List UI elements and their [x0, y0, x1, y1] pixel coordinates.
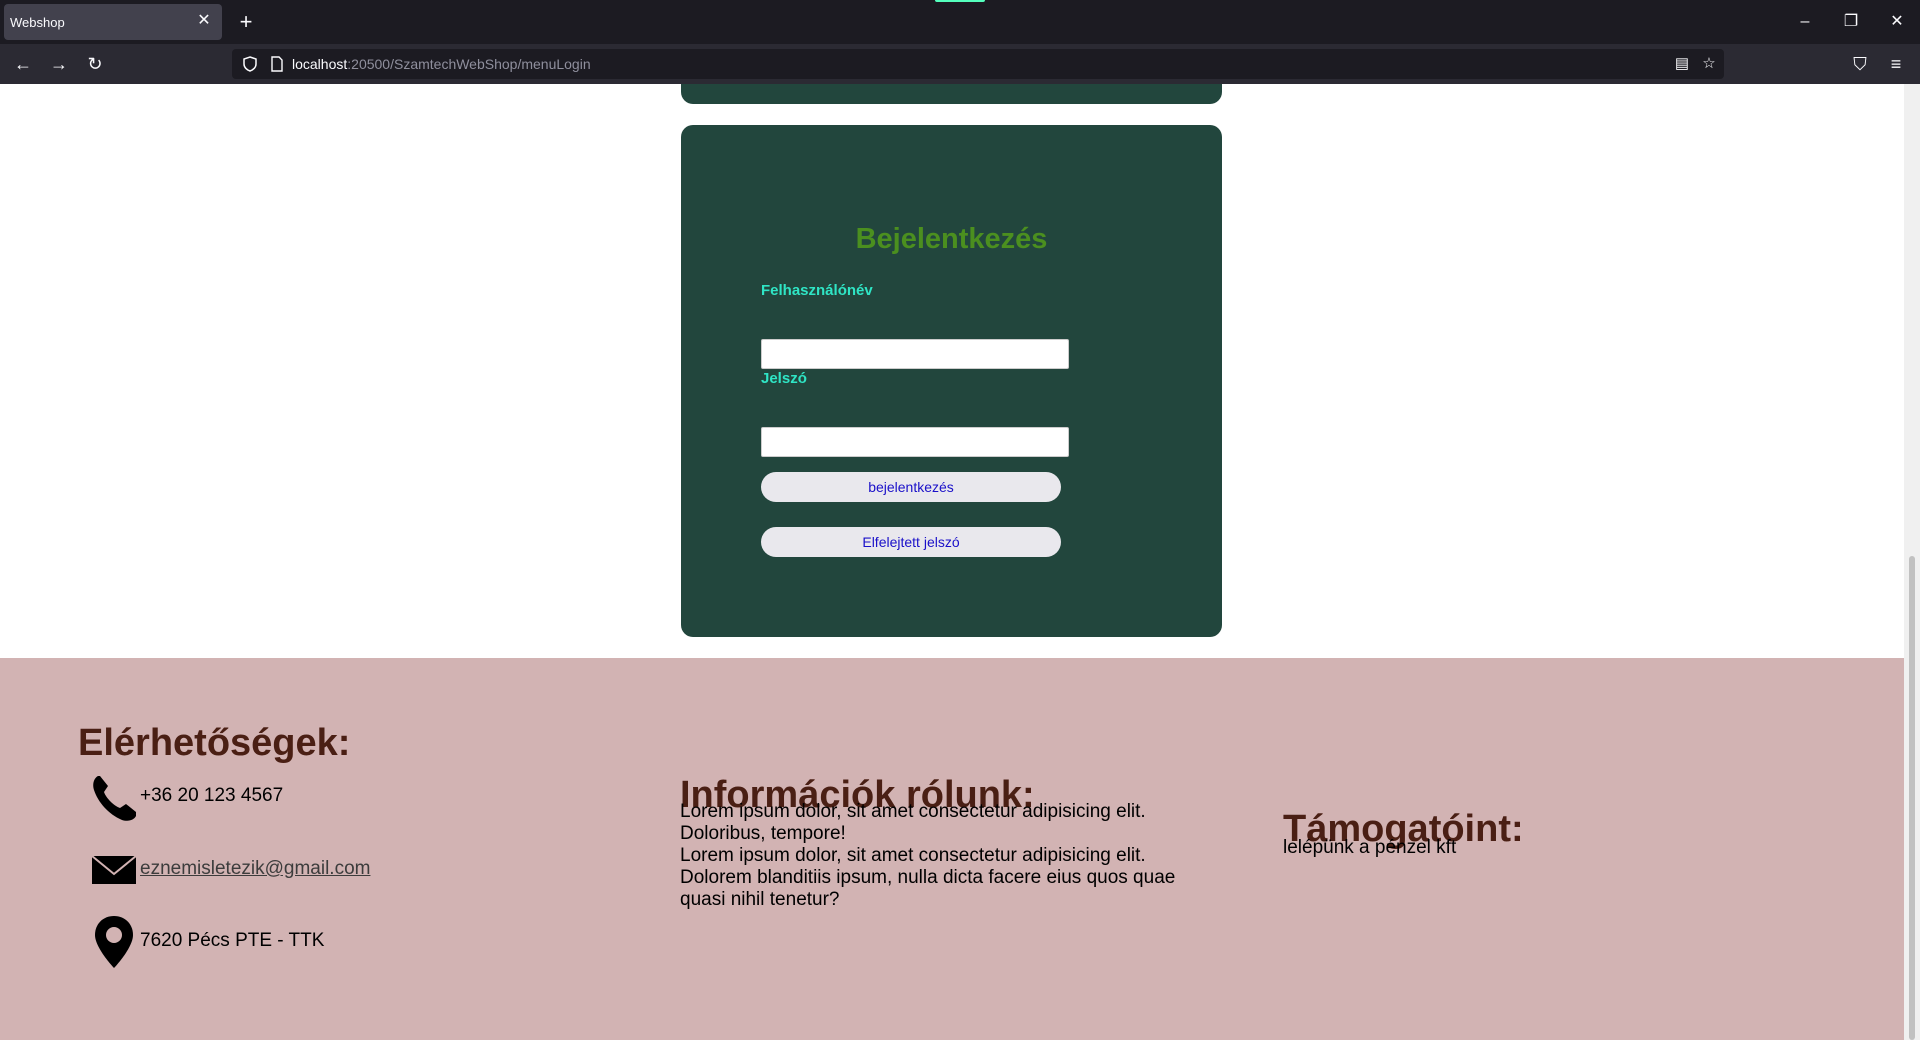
forgot-password-button[interactable]: Elfelejtett jelszó [761, 527, 1061, 557]
location-pin-icon [95, 916, 133, 968]
page-scrollbar[interactable] [1904, 84, 1920, 1040]
back-arrow-icon[interactable]: ← [11, 52, 35, 76]
info-line: Lorem ipsum dolor, sit amet consectetur … [680, 845, 1146, 866]
page-icon [271, 56, 283, 72]
info-line: quasi nihil tenetur? [680, 889, 840, 910]
username-label: Felhasználónév [761, 282, 873, 299]
login-card: Bejelentkezés Felhasználónév Jelszó beje… [681, 125, 1222, 637]
info-line: Doloribus, tempore! [680, 823, 846, 844]
shield-icon[interactable] [242, 56, 258, 72]
tab-title: Webshop [10, 15, 65, 30]
scrollbar-thumb[interactable] [1909, 556, 1915, 1040]
url-bar[interactable]: localhost:20500/SzamtechWebShop/menuLogi… [232, 49, 1724, 79]
sponsors-text: lelépünk a pénzel kft [1283, 837, 1457, 858]
login-button[interactable]: bejelentkezés [761, 472, 1061, 502]
contacts-title: Elérhetőségek: [78, 722, 351, 764]
new-tab-button[interactable]: + [234, 10, 258, 34]
url-text[interactable]: localhost:20500/SzamtechWebShop/menuLogi… [292, 56, 591, 72]
minimize-icon[interactable]: – [1795, 12, 1815, 32]
page-viewport: Bejelentkezés Felhasználónév Jelszó beje… [0, 84, 1904, 1040]
previous-card [681, 84, 1222, 104]
url-host: localhost [292, 56, 348, 72]
window-close-icon[interactable]: ✕ [1887, 12, 1907, 32]
info-text: Lorem ipsum dolor, sit amet consectetur … [680, 801, 1175, 911]
footer: Elérhetőségek: +36 20 123 4567 eznemisle… [0, 658, 1904, 1040]
browser-tab[interactable]: Webshop ✕ [4, 4, 222, 40]
info-line: Lorem ipsum dolor, sit amet consectetur … [680, 801, 1146, 822]
menu-icon[interactable]: ≡ [1884, 52, 1908, 76]
pocket-icon[interactable]: ⛉ [1848, 52, 1872, 76]
browser-tab-bar: Webshop ✕ + – ❐ ✕ [0, 0, 1920, 44]
reader-icon[interactable]: ▤ [1674, 56, 1690, 72]
restore-icon[interactable]: ❐ [1841, 12, 1861, 32]
login-title: Bejelentkezés [855, 223, 1048, 255]
address-text: 7620 Pécs PTE - TTK [140, 930, 325, 951]
mail-icon [91, 855, 137, 884]
phone-text: +36 20 123 4567 [140, 785, 284, 806]
url-path: :20500/SzamtechWebShop/menuLogin [347, 56, 591, 72]
tab-accent-line [935, 0, 985, 2]
password-label: Jelszó [761, 370, 807, 387]
username-input[interactable] [761, 339, 1069, 369]
email-link[interactable]: eznemisletezik@gmail.com [140, 858, 370, 880]
phone-icon [93, 776, 136, 821]
close-tab-icon[interactable]: ✕ [194, 11, 214, 31]
password-input[interactable] [761, 427, 1069, 457]
reload-icon[interactable]: ↻ [83, 52, 107, 76]
browser-nav-bar: ← → ↻ localhost:20500/SzamtechWebShop/me… [0, 44, 1920, 84]
forward-arrow-icon[interactable]: → [47, 52, 71, 76]
info-line: Dolorem blanditiis ipsum, nulla dicta fa… [680, 867, 1176, 888]
star-icon[interactable]: ☆ [1701, 56, 1717, 72]
